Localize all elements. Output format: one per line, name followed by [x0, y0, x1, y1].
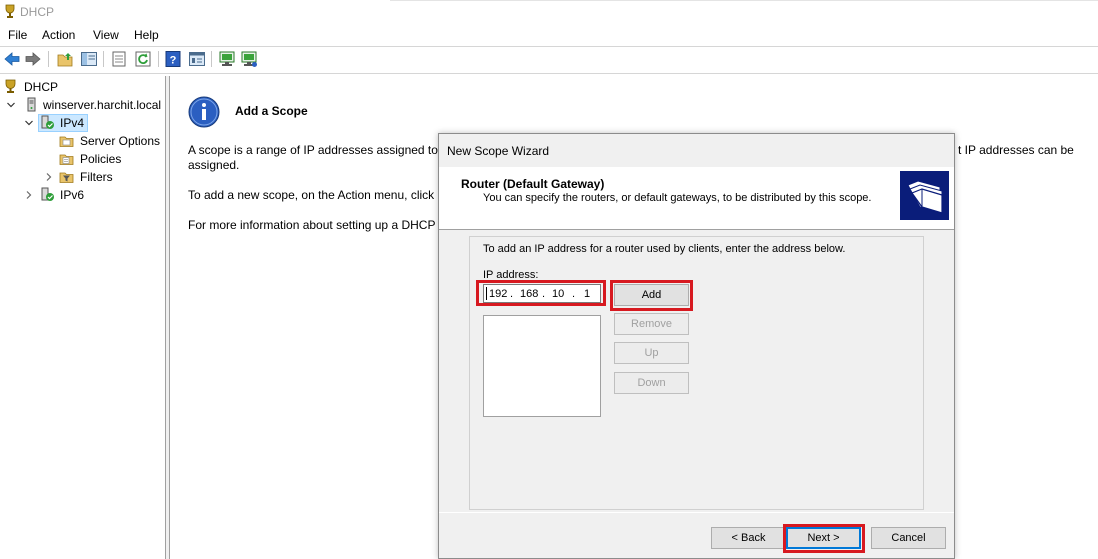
menu-view[interactable]: View [93, 28, 119, 42]
tree-item-dhcp[interactable]: DHCP [2, 78, 82, 96]
dhcp-console-window: DHCP File Action View Help ? DHCP winser… [0, 0, 1098, 559]
server-icon-a[interactable] [218, 50, 236, 68]
tree-label: DHCP [24, 80, 59, 94]
toolbar-separator [48, 51, 49, 67]
server-icon-b[interactable] [240, 50, 258, 68]
toolbar-separator [211, 51, 212, 67]
dhcp-app-icon [5, 4, 15, 18]
chevron-right-icon[interactable] [44, 172, 54, 182]
wizard-step-subtitle: You can specify the routers, or default … [483, 192, 872, 204]
new-scope-wizard-dialog: New Scope Wizard Router (Default Gateway… [438, 133, 955, 559]
ipv6-node-icon [41, 187, 54, 201]
tree-label: Server Options [80, 134, 161, 148]
title-bar: DHCP [0, 0, 1098, 24]
back-arrow-icon[interactable] [3, 50, 21, 68]
router-list[interactable] [483, 315, 601, 417]
wizard-folders-icon [900, 171, 949, 220]
help-icon[interactable]: ? [164, 50, 182, 68]
forward-arrow-icon[interactable] [24, 50, 42, 68]
back-button[interactable]: < Back [711, 527, 786, 549]
remove-button[interactable]: Remove [614, 313, 689, 335]
menu-bar: File Action View Help [0, 25, 1098, 45]
tree-item-server-options[interactable]: Server Options [58, 132, 163, 150]
chevron-right-icon[interactable] [24, 190, 34, 200]
router-instruction: To add an IP address for a router used b… [483, 243, 846, 255]
toolbar-separator [103, 51, 104, 67]
chevron-down-icon[interactable] [24, 118, 34, 128]
policies-icon [59, 154, 74, 165]
export-list-icon[interactable] [110, 50, 128, 68]
menu-file[interactable]: File [8, 28, 27, 42]
tree-label: winserver.harchit.local [43, 98, 162, 112]
add-button-highlight [610, 280, 693, 311]
toolbar-separator [158, 51, 159, 67]
tree-label: Filters [80, 170, 113, 184]
up-folder-icon[interactable] [56, 50, 74, 68]
filters-icon [59, 172, 74, 183]
ipv4-node-icon [41, 115, 54, 129]
tree-label: Policies [80, 152, 122, 166]
server-options-icon [59, 136, 74, 147]
tree-item-ipv4[interactable]: IPv4 [22, 114, 92, 132]
window-title: DHCP [20, 5, 55, 19]
footer-divider [439, 512, 954, 513]
svg-text:?: ? [170, 55, 177, 67]
wizard-step-title: Router (Default Gateway) [461, 177, 605, 191]
cancel-button[interactable]: Cancel [871, 527, 946, 549]
next-button-highlight [783, 524, 865, 553]
toolbar-divider [0, 73, 1098, 74]
page-title: Add a Scope [235, 104, 308, 118]
console-tree: DHCP winserver.harchit.local IPv4 Server… [0, 76, 166, 559]
down-button[interactable]: Down [614, 372, 689, 394]
scope-description-text: t IP addresses can be [958, 143, 1074, 157]
tree-item-server[interactable]: winserver.harchit.local [2, 96, 164, 114]
tree-label: IPv6 [60, 188, 85, 202]
pane-splitter[interactable] [166, 76, 170, 559]
info-icon [188, 96, 220, 128]
refresh-icon[interactable] [134, 50, 152, 68]
menu-action[interactable]: Action [42, 28, 75, 42]
tree-label: IPv4 [60, 116, 85, 130]
menu-help[interactable]: Help [134, 28, 159, 42]
tree-item-filters[interactable]: Filters [42, 168, 122, 186]
tree-item-ipv6[interactable]: IPv6 [22, 186, 92, 204]
ip-input-highlight [476, 280, 606, 306]
wizard-header: Router (Default Gateway) You can specify… [439, 167, 954, 230]
dialog-title: New Scope Wizard [447, 144, 550, 158]
chevron-down-icon[interactable] [6, 100, 16, 110]
title-divider [390, 0, 1098, 1]
tree-item-policies[interactable]: Policies [58, 150, 138, 168]
server-tower-icon [27, 97, 36, 112]
dhcp-trophy-icon [5, 79, 16, 93]
toolbar: ? [0, 47, 1098, 72]
show-hide-tree-icon[interactable] [80, 50, 98, 68]
properties-icon[interactable] [188, 50, 206, 68]
scope-description-text: A scope is a range of IP addresses assig… [188, 143, 454, 157]
up-button[interactable]: Up [614, 342, 689, 364]
